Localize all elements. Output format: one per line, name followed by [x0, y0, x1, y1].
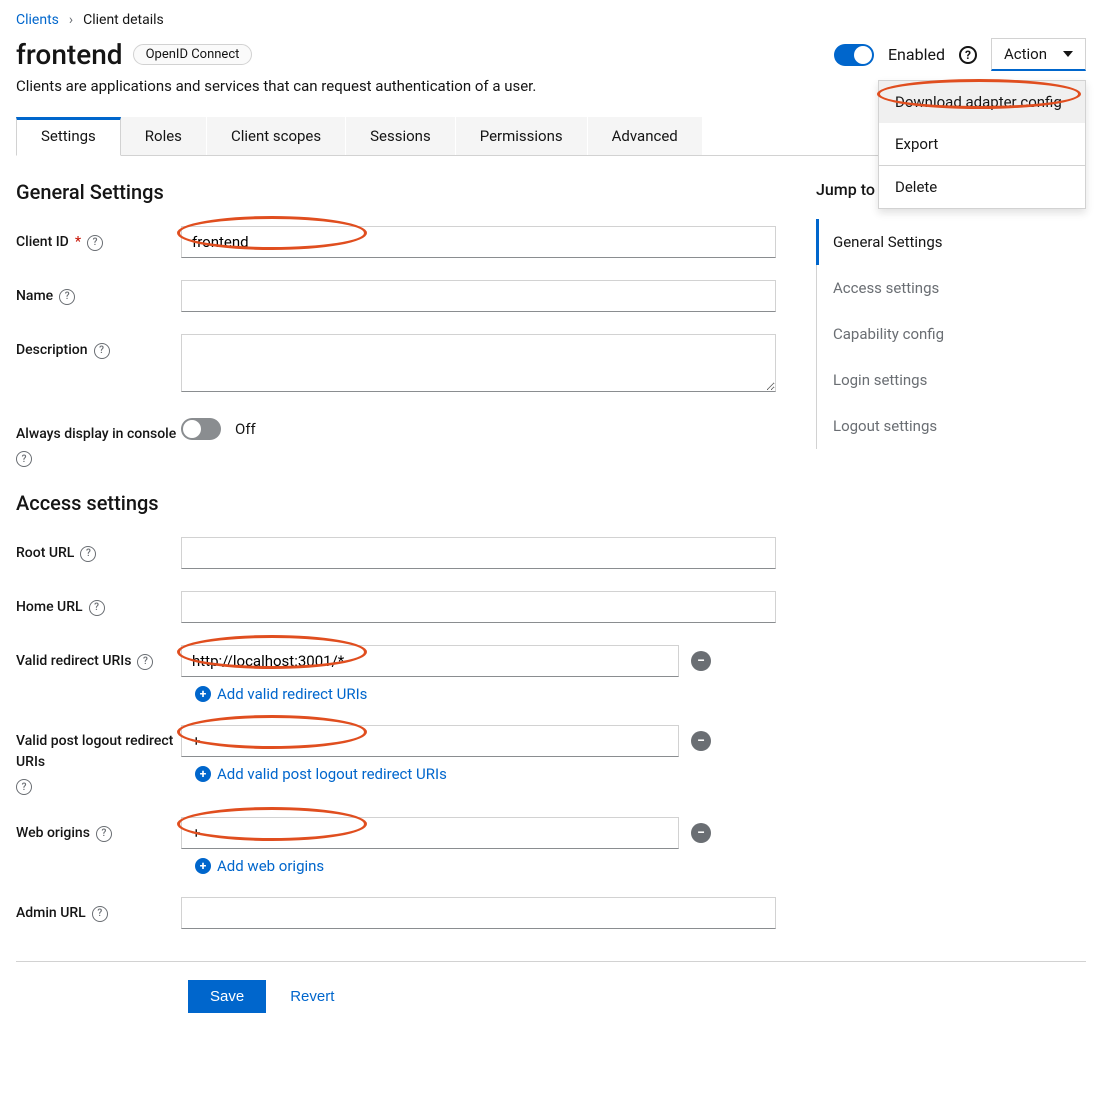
- tab-permissions[interactable]: Permissions: [456, 117, 588, 155]
- action-label: Action: [1004, 45, 1047, 63]
- label-web-origins: Web origins ?: [16, 817, 181, 844]
- breadcrumb-parent-link[interactable]: Clients: [16, 12, 59, 28]
- enabled-toggle[interactable]: [834, 44, 874, 66]
- remove-redirect-button[interactable]: −: [691, 651, 711, 671]
- label-text: Valid post logout redirect URIs: [16, 731, 181, 773]
- label-text: Name: [16, 286, 53, 307]
- page-subtitle: Clients are applications and services th…: [16, 77, 536, 95]
- name-input[interactable]: [181, 280, 776, 312]
- breadcrumb: Clients › Client details: [16, 12, 1086, 28]
- action-dropdown[interactable]: Action: [991, 38, 1086, 71]
- nav-capability-config[interactable]: Capability config: [817, 311, 1086, 357]
- menu-download-adapter-config[interactable]: Download adapter config: [879, 81, 1085, 123]
- tab-settings[interactable]: Settings: [16, 117, 121, 156]
- label-root-url: Root URL ?: [16, 537, 181, 564]
- tab-roles[interactable]: Roles: [121, 117, 207, 155]
- help-icon[interactable]: ?: [959, 46, 977, 64]
- always-display-toggle[interactable]: [181, 418, 221, 440]
- help-icon[interactable]: ?: [87, 235, 103, 251]
- caret-down-icon: [1063, 51, 1073, 57]
- label-valid-post-logout: Valid post logout redirect URIs ?: [16, 725, 181, 795]
- jump-to-section-nav: General Settings Access settings Capabil…: [816, 219, 1086, 449]
- nav-access-settings[interactable]: Access settings: [817, 265, 1086, 311]
- admin-url-input[interactable]: [181, 897, 776, 929]
- help-icon[interactable]: ?: [89, 600, 105, 616]
- plus-circle-icon: +: [195, 686, 211, 702]
- add-redirect-link[interactable]: + Add valid redirect URIs: [181, 685, 367, 703]
- label-name: Name ?: [16, 280, 181, 307]
- nav-logout-settings[interactable]: Logout settings: [817, 403, 1086, 449]
- remove-web-origin-button[interactable]: −: [691, 823, 711, 843]
- action-dropdown-menu: Download adapter config Export Delete: [878, 80, 1086, 209]
- menu-export[interactable]: Export: [879, 123, 1085, 165]
- add-web-origins-link[interactable]: + Add web origins: [181, 857, 324, 875]
- home-url-input[interactable]: [181, 591, 776, 623]
- help-icon[interactable]: ?: [94, 343, 110, 359]
- tab-advanced[interactable]: Advanced: [588, 117, 703, 155]
- save-button[interactable]: Save: [188, 980, 266, 1013]
- section-general-settings: General Settings: [16, 180, 776, 204]
- label-valid-redirect: Valid redirect URIs ?: [16, 645, 181, 672]
- label-text: Admin URL: [16, 903, 86, 924]
- required-indicator: *: [75, 232, 81, 253]
- form-footer: Save Revert: [16, 961, 1086, 1031]
- help-icon[interactable]: ?: [92, 906, 108, 922]
- label-client-id: Client ID * ?: [16, 226, 181, 253]
- web-origins-input[interactable]: [181, 817, 679, 849]
- tab-client-scopes[interactable]: Client scopes: [207, 117, 346, 155]
- revert-button[interactable]: Revert: [290, 988, 334, 1005]
- help-icon[interactable]: ?: [16, 779, 32, 795]
- label-text: Web origins: [16, 823, 90, 844]
- label-text: Client ID: [16, 232, 69, 253]
- label-text: Valid redirect URIs: [16, 651, 131, 672]
- label-description: Description ?: [16, 334, 181, 361]
- chevron-right-icon: ›: [69, 12, 73, 28]
- label-text: Root URL: [16, 543, 74, 564]
- menu-delete[interactable]: Delete: [879, 166, 1085, 208]
- remove-post-logout-button[interactable]: −: [691, 731, 711, 751]
- section-access-settings: Access settings: [16, 491, 776, 515]
- menu-item-label: Download adapter config: [895, 93, 1062, 111]
- enabled-label: Enabled: [888, 45, 945, 64]
- label-text: Always display in console: [16, 424, 176, 445]
- help-icon[interactable]: ?: [59, 289, 75, 305]
- label-admin-url: Admin URL ?: [16, 897, 181, 924]
- label-text: Home URL: [16, 597, 83, 618]
- breadcrumb-current: Client details: [83, 12, 164, 28]
- page-title: frontend: [16, 38, 123, 71]
- add-link-label: Add web origins: [217, 857, 324, 875]
- add-post-logout-link[interactable]: + Add valid post logout redirect URIs: [181, 765, 447, 783]
- protocol-badge: OpenID Connect: [133, 44, 253, 65]
- label-text: Description: [16, 340, 88, 361]
- plus-circle-icon: +: [195, 858, 211, 874]
- client-id-input[interactable]: [181, 226, 776, 258]
- toggle-off-label: Off: [235, 420, 256, 438]
- help-icon[interactable]: ?: [96, 826, 112, 842]
- plus-circle-icon: +: [195, 766, 211, 782]
- nav-general-settings[interactable]: General Settings: [816, 219, 1086, 265]
- root-url-input[interactable]: [181, 537, 776, 569]
- help-icon[interactable]: ?: [16, 451, 32, 467]
- label-home-url: Home URL ?: [16, 591, 181, 618]
- label-always-display: Always display in console ?: [16, 418, 181, 467]
- help-icon[interactable]: ?: [137, 654, 153, 670]
- valid-redirect-input[interactable]: [181, 645, 679, 677]
- add-link-label: Add valid redirect URIs: [217, 685, 367, 703]
- tab-sessions[interactable]: Sessions: [346, 117, 456, 155]
- help-icon[interactable]: ?: [80, 546, 96, 562]
- description-textarea[interactable]: [181, 334, 776, 392]
- add-link-label: Add valid post logout redirect URIs: [217, 765, 447, 783]
- nav-login-settings[interactable]: Login settings: [817, 357, 1086, 403]
- valid-post-logout-input[interactable]: [181, 725, 679, 757]
